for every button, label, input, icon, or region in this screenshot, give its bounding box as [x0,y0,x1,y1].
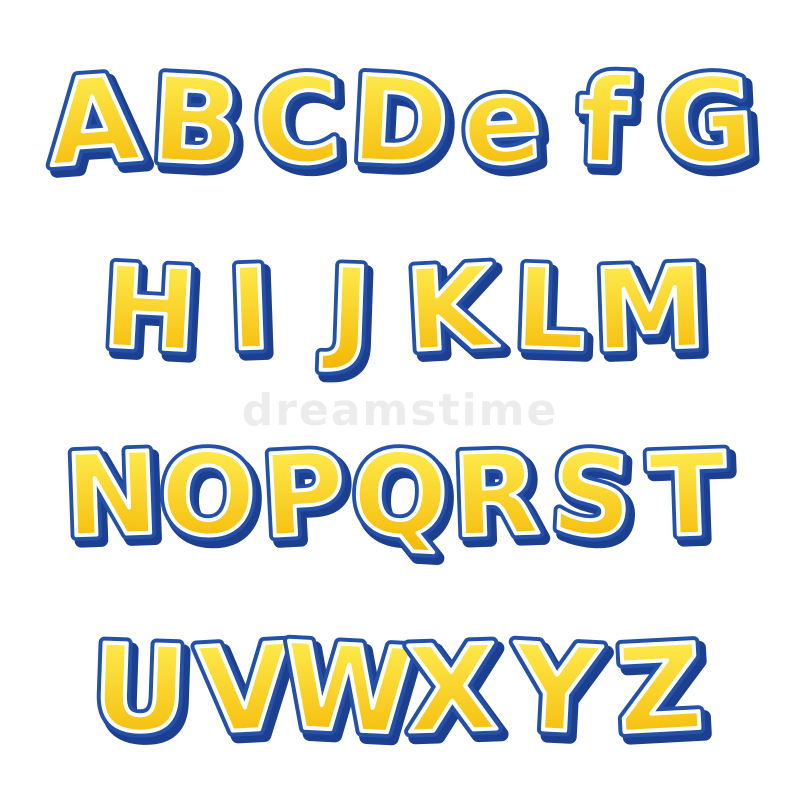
letter-a: AAA [37,43,156,206]
letter-highlight: D [348,50,453,193]
letter-highlight: K [403,241,502,378]
letter-highlight: Y [508,618,604,760]
letter-e: eee [452,44,557,205]
letter-highlight: U [90,618,191,759]
letter-l: LLL [504,232,600,389]
letter-highlight: Q [349,427,452,564]
letter-p: PPP [253,418,360,575]
letter-highlight: P [259,427,349,563]
letter-highlight: R [450,428,542,563]
letter-v: VVV [189,612,306,773]
letter-highlight: L [512,242,589,376]
letter-highlight: C [252,51,343,192]
letter-m: MMM [586,232,721,389]
letter-highlight: f [576,51,634,191]
letter-i: III [204,232,296,388]
letter-highlight: Z [614,618,707,760]
letter-n: NNN [57,418,174,575]
letter-highlight: M [591,241,708,377]
letter-highlight: N [62,427,161,562]
letter-highlight: G [654,50,758,193]
letter-j: JJJ [304,232,396,388]
letter-row-1: AAABBBCCCDDDeeefffGGG [0,43,800,206]
letter-highlight: W [280,617,417,762]
letter-highlight: I [227,242,274,375]
letter-f: fff [556,44,652,204]
letter-highlight: X [404,618,500,759]
letter-c: CCC [246,44,356,205]
letter-z: ZZZ [608,612,719,773]
letter-highlight: H [99,241,200,378]
letter-row-4: UUUVVVWWWXXXYYYZZZ [0,611,800,775]
letter-h: HHH [94,232,212,390]
letter-r: RRR [444,418,553,575]
alphabet-poster: dreamstime AAABBBCCCDDDeeefffGGG HHHIIIJ… [0,0,800,800]
letter-highlight: e [458,50,545,192]
letter-row-2: HHHIIIJJJKKKLLLMMM [0,232,800,390]
letter-w: WWW [274,611,429,775]
letter-highlight: B [148,50,245,193]
letter-t: TTT [641,418,740,575]
letter-highlight: V [195,618,293,761]
letter-q: QQQ [343,418,463,576]
letter-o: OOO [152,418,270,576]
letter-highlight: J [320,242,374,376]
letter-g: GGG [648,44,770,206]
letter-highlight: O [158,427,259,562]
letter-highlight: T [647,428,729,563]
letter-highlight: S [548,427,636,563]
letter-s: SSS [542,418,647,576]
letter-d: DDD [342,44,465,206]
letter-x: XXX [398,612,512,772]
letter-y: YYY [502,612,616,774]
letter-k: KKK [397,232,513,390]
letter-u: UUU [84,612,202,772]
letter-row-3: NNNOOOPPPQQQRRRSSSTTT [0,418,800,576]
letter-highlight: A [43,49,144,193]
letter-b: BBB [142,44,257,206]
